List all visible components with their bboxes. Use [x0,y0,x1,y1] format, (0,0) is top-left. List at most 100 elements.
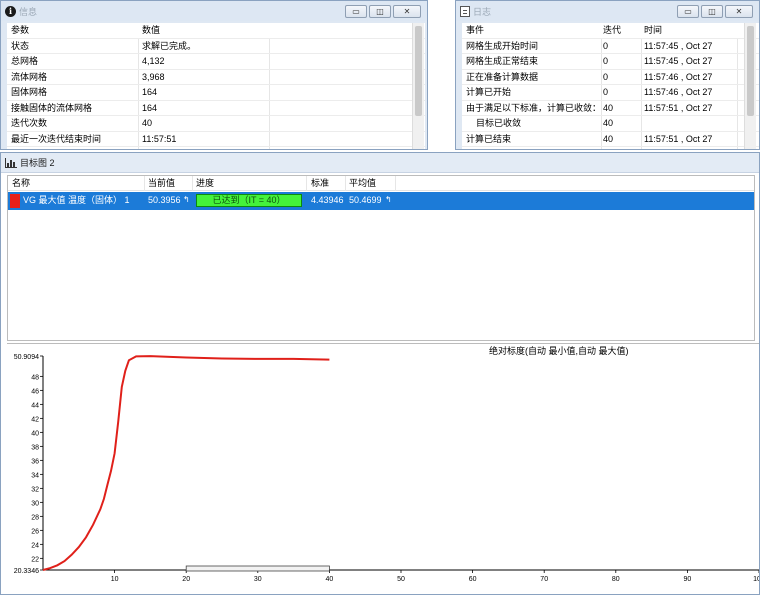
maximize-button[interactable]: ◫ [701,5,723,18]
goal-color-swatch [10,194,20,208]
param-name: 迭代次数 [11,118,48,128]
y-tick-label: 48 [31,374,39,381]
y-tick-label: 46 [31,388,39,395]
table-row[interactable]: 网格生成开始时间 0 11:57:45 , Oct 27 [462,39,759,54]
x-tick-label: 70 [540,576,548,583]
table-row[interactable]: 计算已开始 0 11:57:46 , Oct 27 [462,85,759,101]
x-tick-label: 60 [469,576,477,583]
log-time: 11:57:51 , Oct 27 [644,102,713,113]
table-row[interactable]: 流体网格 3,968 [7,70,425,85]
column-header[interactable]: 时间 [644,23,662,38]
log-time: 11:57:46 , Oct 27 [644,87,713,97]
param-value: 求解已完成。 [142,40,197,51]
chart-series [42,355,330,571]
table-row[interactable]: 目标已收敛 40 [462,116,759,132]
series-line [42,355,330,571]
table-row[interactable]: 接触固体的流体网格 164 [7,101,425,116]
column-header[interactable]: 进度 [196,176,214,191]
goals-header-row: 名称 当前值 进度 标准 平均值 [8,176,754,191]
y-tick-label: 40 [31,430,39,437]
x-tick-label: 40 [326,576,334,583]
column-header[interactable]: 数值 [142,23,160,38]
log-table: 事件 迭代 时间 网格生成开始时间 0 11:57:45 , Oct 27 网格生成… [462,23,759,149]
goal-plot-window: 目标图 2 名称 当前值 进度 标准 平均值 VG 最大值 温度（固体） 1 5… [0,152,760,595]
info-table: 参数 数值 状态 求解已完成。 总网格 4,132 流体网格 3,968 固体网格 16… [7,23,425,149]
scrollbar-thumb[interactable] [415,26,422,116]
param-value: 164 [142,102,158,113]
column-header[interactable]: 标准 [311,176,329,191]
table-row[interactable]: 由于满足以下标准，计算已收敛： 40 11:57:51 , Oct 27 [462,101,759,116]
log-header-row: 事件 迭代 时间 [462,23,759,39]
info-scrollbar[interactable] [412,23,424,149]
close-button[interactable]: ✕ [725,5,753,18]
log-event: 网格生成开始时间 [466,40,539,51]
y-tick-label: 38 [31,444,39,451]
info-window: i 信息 ▭ ◫ ✕ 参数 数值 状态 求解已完成。 总网格 4,132 流体网格 3… [0,0,428,150]
info-header-row: 参数 数值 [7,23,425,39]
table-row[interactable]: 固体网格 164 [7,85,425,101]
column-header[interactable]: 事件 [466,23,484,38]
goal-progress-label: 已达到（IT = 40） [212,195,286,205]
close-button[interactable]: ✕ [393,5,421,18]
minimize-button[interactable]: ▭ [345,5,367,18]
average-trend-icon: ↰ [385,195,392,204]
y-tick-label: 30 [31,500,39,507]
table-row[interactable]: 最近一次迭代结束时间 11:57:51 [7,132,425,147]
log-iteration: 0 [603,40,609,51]
y-axis: 20.3346 22 24 26 28 30 32 34 36 38 40 42 44 46 48 50.90… [14,354,43,575]
x-tick-label: 80 [612,576,620,583]
chart-horizontal-scrollbar[interactable] [185,565,330,572]
log-time: 11:57:51 , Oct 27 [644,133,713,144]
log-iteration: 40 [603,118,614,128]
param-name: 总网格 [11,56,39,66]
y-tick-label: 44 [31,402,39,409]
column-header[interactable]: 名称 [12,176,30,191]
log-scrollbar[interactable] [744,23,756,149]
log-event: 目标已收敛 [466,118,522,128]
goal-row[interactable]: VG 最大值 温度（固体） 1 50.3956 ↰ 已达到（IT = 40） 4… [8,192,754,210]
info-window-title: 信息 [19,6,38,17]
minimize-button[interactable]: ▭ [677,5,699,18]
goal-chart-panel: 绝对标度(自动 最小值,自动 最大值) 20.3346 22 24 26 28 30 32 3… [7,343,759,594]
goal-name: VG 最大值 温度（固体） 1 [23,195,130,205]
column-header[interactable]: 当前值 [148,176,175,191]
goal-chart[interactable]: 绝对标度(自动 最小值,自动 最大值) 20.3346 22 24 26 28 30 32 3… [7,344,760,595]
log-window-title: 日志 [473,6,492,17]
y-tick-label: 26 [31,528,39,535]
info-window-controls: ▭ ◫ ✕ [345,5,421,18]
goal-progress-bar: 已达到（IT = 40） [196,194,302,207]
log-iteration: 0 [603,71,609,82]
x-tick-label: 90 [684,576,692,583]
info-icon: i [5,5,16,17]
y-tick-label: 22 [31,556,39,563]
table-row[interactable]: 正在准备计算数据 0 11:57:46 , Oct 27 [462,70,759,85]
log-event: 网格生成正常结束 [466,56,539,66]
table-row[interactable]: 状态 求解已完成。 [7,39,425,54]
goal-criterion: 4.43946 [311,195,344,205]
goal-titlebar[interactable]: 目标图 2 [1,153,759,173]
column-header[interactable]: 参数 [11,23,29,38]
table-row[interactable]: 计算已结束 40 11:57:51 , Oct 27 [462,132,759,147]
column-header[interactable]: 平均值 [349,176,376,191]
log-window: 日志 ▭ ◫ ✕ 事件 迭代 时间 网格生成开始时间 0 11:57:45 , Oc… [455,0,760,150]
table-row[interactable]: 网格生成正常结束 0 11:57:45 , Oct 27 [462,54,759,70]
table-row[interactable]: 总网格 4,132 [7,54,425,70]
goal-current-value: 50.3956 [148,195,181,205]
log-event: 由于满足以下标准，计算已收敛： [466,102,601,113]
x-tick-label: 20 [182,576,190,583]
log-time: 11:57:45 , Oct 27 [644,56,713,66]
param-value: 164 [142,87,158,97]
y-tick-label: 34 [31,472,39,479]
chart-title: 绝对标度(自动 最小值,自动 最大值) [489,345,629,356]
column-header[interactable]: 迭代 [603,23,621,38]
goal-average: 50.4699 [349,195,382,205]
goal-window-title: 目标图 2 [20,158,55,168]
scrollbar-thumb[interactable] [747,26,754,116]
table-row[interactable]: 迭代次数 40 [7,116,425,132]
log-event: 正在准备计算数据 [466,71,539,82]
param-name: 接触固体的流体网格 [11,102,93,113]
x-tick-label: 50 [397,576,405,583]
y-tick-label: 36 [31,458,39,465]
param-name: 固体网格 [11,87,48,97]
maximize-button[interactable]: ◫ [369,5,391,18]
